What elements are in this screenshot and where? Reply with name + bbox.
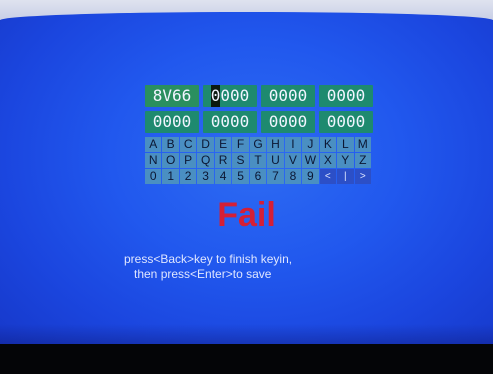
- key-F[interactable]: F: [232, 137, 249, 152]
- onscreen-keyboard: A B C D E F G H I J K L M N O P Q R S T U V W X Y Z 0 1 2 3 4 5 6 7 8 9 < | >: [145, 137, 371, 184]
- key-E[interactable]: E: [214, 137, 232, 152]
- key-3[interactable]: 3: [197, 169, 214, 184]
- key-H[interactable]: H: [267, 137, 284, 152]
- key-Q[interactable]: Q: [197, 153, 214, 168]
- code-row-2: 0000 0000 0000 0000: [145, 111, 373, 133]
- code-field-4[interactable]: 0000: [319, 85, 373, 107]
- key-6[interactable]: 6: [249, 169, 267, 184]
- key-J[interactable]: J: [302, 137, 319, 152]
- key-R[interactable]: R: [214, 153, 232, 168]
- key-G[interactable]: G: [249, 137, 267, 152]
- code-field-3[interactable]: 0000: [261, 85, 315, 107]
- instructions: press<Back>key to finish keyin, then pre…: [124, 252, 384, 282]
- key-K[interactable]: K: [319, 137, 337, 152]
- key-S[interactable]: S: [232, 153, 249, 168]
- key-entry-panel: 8V66 0000 0000 0000 0000 0000 0000 0000 …: [145, 85, 373, 184]
- key-Z[interactable]: Z: [354, 153, 371, 168]
- key-L[interactable]: L: [337, 137, 354, 152]
- key-A[interactable]: A: [145, 137, 162, 152]
- instruction-line-2: then press<Enter>to save: [134, 267, 272, 281]
- key-W[interactable]: W: [302, 153, 319, 168]
- code-row-1: 8V66 0000 0000 0000: [145, 85, 373, 107]
- key-right-arrow[interactable]: >: [354, 169, 371, 184]
- key-C[interactable]: C: [179, 137, 197, 152]
- code-field-1[interactable]: 8V66: [145, 85, 199, 107]
- key-B[interactable]: B: [162, 137, 179, 152]
- key-9[interactable]: 9: [302, 169, 319, 184]
- key-M[interactable]: M: [354, 137, 371, 152]
- key-V[interactable]: V: [284, 153, 302, 168]
- key-P[interactable]: P: [179, 153, 197, 168]
- code-field-2-rest: 000: [220, 86, 250, 105]
- key-7[interactable]: 7: [267, 169, 284, 184]
- key-N[interactable]: N: [145, 153, 162, 168]
- key-5[interactable]: 5: [232, 169, 249, 184]
- key-Y[interactable]: Y: [337, 153, 354, 168]
- key-D[interactable]: D: [197, 137, 214, 152]
- code-field-6[interactable]: 0000: [203, 111, 257, 133]
- cursor-digit: 0: [210, 85, 221, 107]
- key-I[interactable]: I: [284, 137, 302, 152]
- code-field-2[interactable]: 0000: [203, 85, 257, 107]
- key-separator[interactable]: |: [337, 169, 354, 184]
- key-8[interactable]: 8: [284, 169, 302, 184]
- code-field-7[interactable]: 0000: [261, 111, 315, 133]
- key-U[interactable]: U: [267, 153, 284, 168]
- status-fail-text: Fail: [217, 196, 276, 234]
- key-4[interactable]: 4: [214, 169, 232, 184]
- code-field-8[interactable]: 0000: [319, 111, 373, 133]
- tv-bezel-bottom: [0, 344, 493, 374]
- key-1[interactable]: 1: [162, 169, 179, 184]
- key-2[interactable]: 2: [179, 169, 197, 184]
- key-0[interactable]: 0: [145, 169, 162, 184]
- key-O[interactable]: O: [162, 153, 179, 168]
- key-X[interactable]: X: [319, 153, 337, 168]
- instruction-line-1: press<Back>key to finish keyin,: [124, 252, 293, 266]
- key-T[interactable]: T: [249, 153, 267, 168]
- key-left-arrow[interactable]: <: [319, 169, 337, 184]
- code-field-5[interactable]: 0000: [145, 111, 199, 133]
